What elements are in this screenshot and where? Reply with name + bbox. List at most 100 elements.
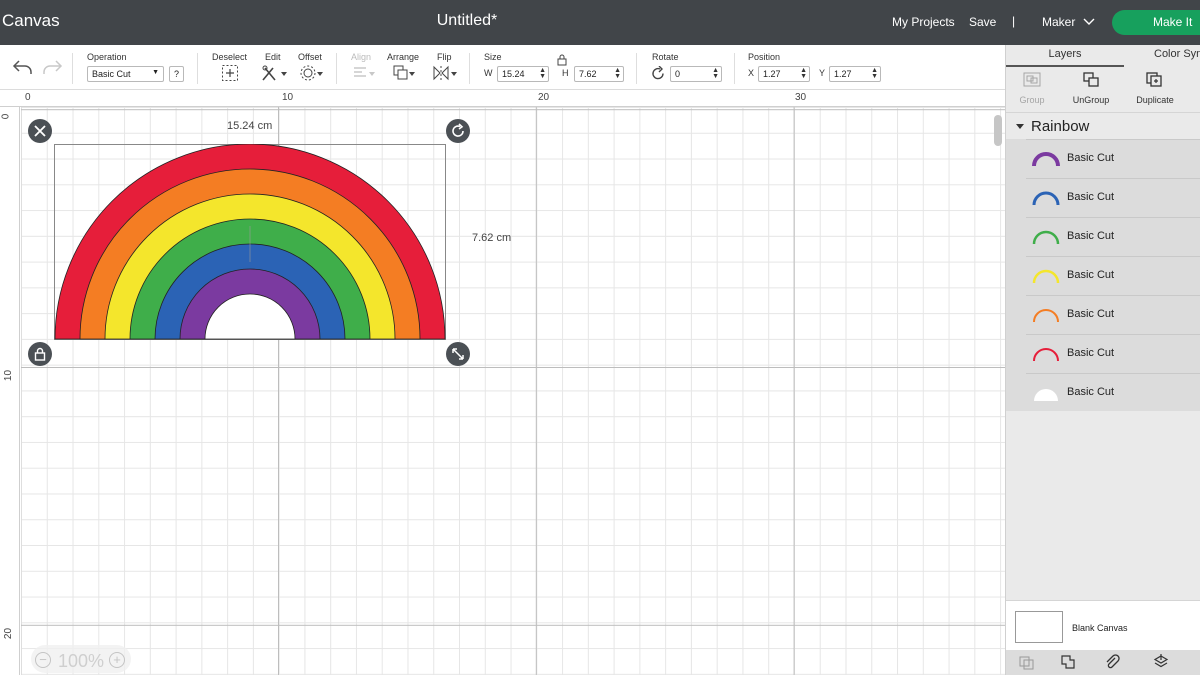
group-icon [1023, 72, 1041, 87]
attach-icon[interactable] [1104, 654, 1120, 670]
dropdown-arrow-icon: ▼ [152, 69, 159, 76]
deselect-icon[interactable] [221, 64, 239, 82]
caret-down-icon[interactable] [1016, 124, 1024, 129]
ruler-mark: 10 [282, 92, 294, 103]
height-value: 7.62 [579, 69, 597, 79]
width-value: 15.24 [502, 69, 525, 79]
save-link[interactable]: Save [969, 15, 996, 29]
ungroup-icon [1083, 72, 1099, 87]
stepper-arrows-icon[interactable]: ▲ ▼ [871, 67, 878, 80]
machine-selector[interactable]: Maker [1042, 15, 1075, 29]
combine-icon[interactable] [1060, 654, 1076, 670]
horizontal-ruler: 0 10 20 30 [0, 90, 1005, 107]
duplicate-button[interactable]: Duplicate [1125, 71, 1185, 111]
position-label: Position [748, 52, 781, 62]
help-button[interactable]: ? [169, 66, 184, 82]
layer-name: Basic Cut [1067, 386, 1115, 398]
zoom-level: 100% [58, 651, 105, 671]
chevron-down-icon[interactable] [1083, 16, 1095, 26]
height-input[interactable]: 7.62 ▲ ▼ [574, 66, 624, 82]
arrange-label: Arrange [387, 52, 420, 62]
stepper-arrows-icon[interactable]: ▲ ▼ [712, 67, 719, 80]
operation-select[interactable]: Basic Cut ▼ [87, 66, 164, 82]
layer-item[interactable]: Basic Cut [1026, 178, 1200, 217]
y-position-input[interactable]: 1.27 ▲ ▼ [829, 66, 881, 82]
my-projects-link[interactable]: My Projects [892, 15, 955, 29]
ruler-mark: 0 [0, 113, 12, 120]
stepper-arrows-icon[interactable]: ▲ ▼ [800, 67, 807, 80]
layer-half-circle-thumbnail-icon [1034, 389, 1058, 401]
zoom-out-button[interactable]: − [35, 652, 51, 668]
zoom-in-button[interactable]: + [109, 652, 125, 668]
design-canvas[interactable]: 15.24 cm 7.62 cm − 100% + [21, 107, 1005, 675]
offset-label: Offset [298, 52, 322, 62]
layer-arc-thumbnail-icon [1033, 309, 1059, 323]
layer-item[interactable]: Basic Cut [1026, 373, 1200, 412]
group-name: Rainbow [1031, 118, 1090, 135]
make-it-button[interactable]: Make It [1112, 10, 1200, 35]
rotate-input[interactable]: 0 ▲ ▼ [670, 66, 722, 82]
zoom-control: − 100% + [31, 645, 131, 673]
duplicate-icon [1146, 72, 1162, 87]
layer-item[interactable]: Basic Cut [1026, 217, 1200, 256]
resize-handle[interactable] [446, 342, 470, 366]
layer-item[interactable]: Basic Cut [1026, 139, 1200, 178]
undo-icon[interactable] [12, 59, 34, 75]
rotate-label: Rotate [652, 52, 679, 62]
layer-group-rainbow[interactable]: Rainbow [1006, 112, 1200, 139]
delete-handle[interactable] [28, 119, 52, 143]
arrange-icon[interactable] [392, 64, 416, 82]
vertical-ruler: 0 10 20 [0, 107, 20, 675]
blank-canvas-label: Blank Canvas [1072, 623, 1128, 633]
header-divider: | [1012, 14, 1016, 28]
rainbow-design[interactable] [54, 144, 446, 340]
x-position-input[interactable]: 1.27 ▲ ▼ [758, 66, 810, 82]
layer-arc-thumbnail-icon [1032, 152, 1060, 167]
group-label: Group [1019, 95, 1045, 105]
blank-canvas-layer[interactable]: Blank Canvas [1006, 600, 1200, 650]
offset-icon[interactable] [300, 64, 324, 82]
lock-icon[interactable] [557, 54, 567, 66]
layer-list: Basic Cut Basic Cut Basic Cut Basic Cut … [1006, 139, 1200, 411]
rotate-value: 0 [675, 69, 681, 79]
edit-label: Edit [265, 52, 281, 62]
layers-panel: Layers Color Sync Group UnGroup Duplicat… [1005, 45, 1200, 675]
layer-item[interactable]: Basic Cut [1026, 334, 1200, 373]
ungroup-button[interactable]: UnGroup [1061, 71, 1121, 111]
layer-name: Basic Cut [1067, 152, 1115, 164]
canvas-thumbnail [1015, 611, 1063, 643]
ruler-mark: 20 [538, 92, 550, 103]
resize-arrows-icon [452, 348, 464, 360]
layer-name: Basic Cut [1067, 308, 1115, 320]
slice-icon[interactable] [1019, 654, 1035, 670]
stepper-arrows-icon[interactable]: ▲ ▼ [539, 67, 546, 80]
tab-layers[interactable]: Layers [1006, 45, 1124, 67]
group-button[interactable]: Group [1002, 71, 1062, 111]
layer-name: Basic Cut [1067, 191, 1115, 203]
align-icon[interactable] [352, 64, 376, 82]
y-position-value: 1.27 [834, 69, 852, 79]
layer-arc-thumbnail-icon [1032, 230, 1060, 245]
toolbar-separator [469, 53, 470, 84]
document-title[interactable]: Untitled* [0, 12, 934, 30]
layer-item[interactable]: Basic Cut [1026, 256, 1200, 295]
flip-icon[interactable] [432, 64, 458, 82]
rotate-handle[interactable] [446, 119, 470, 143]
toolbar-separator [734, 53, 735, 84]
vertical-scrollbar[interactable] [994, 115, 1002, 146]
deselect-label: Deselect [212, 52, 248, 62]
toolbar-separator [72, 53, 73, 84]
stepper-arrows-icon[interactable]: ▲ ▼ [614, 67, 621, 80]
width-dimension-label: 15.24 cm [227, 120, 273, 132]
redo-icon[interactable] [41, 59, 63, 75]
tab-color-sync[interactable]: Color Sync [1126, 45, 1200, 67]
width-input[interactable]: 15.24 ▲ ▼ [497, 66, 549, 82]
edit-tools-icon[interactable] [261, 64, 287, 82]
close-icon [34, 125, 46, 137]
height-label: H [562, 68, 569, 78]
lock-handle[interactable] [28, 342, 52, 366]
toolbar-separator [636, 53, 637, 84]
flatten-icon[interactable] [1153, 654, 1169, 670]
layer-arc-thumbnail-icon [1032, 191, 1060, 206]
layer-item[interactable]: Basic Cut [1026, 295, 1200, 334]
